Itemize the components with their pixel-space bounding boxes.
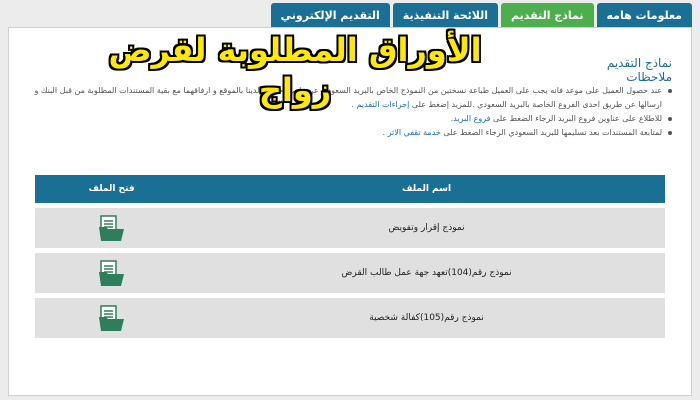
tab-important-info[interactable]: معلومات هامه — [596, 3, 692, 27]
open-file-cell — [35, 208, 189, 248]
folder-document-icon[interactable] — [97, 213, 127, 243]
column-header-file-name: اسم الملف — [188, 175, 665, 203]
folder-document-icon[interactable] — [97, 258, 127, 288]
file-name: نموذج رقم(105)كفالة شخصية — [188, 298, 665, 338]
tab-bar: معلومات هامه نماذج التقديم اللائحة التنف… — [270, 3, 692, 27]
tab-e-application[interactable]: التقديم الإلكتروني — [270, 3, 390, 27]
table-row: نموذج رقم(104)تعهد جهة عمل طالب القرض — [35, 253, 665, 293]
folder-document-icon[interactable] — [97, 303, 127, 333]
note-text: للاطلاع على عناوين فروع البريد الرجاء ال… — [493, 114, 662, 123]
tab-regulations[interactable]: اللائحة التنفيذية — [392, 3, 499, 27]
headline-overlay: الأوراق المطلوبة لقرض زواج — [108, 31, 482, 109]
note-item: للاطلاع على عناوين فروع البريد الرجاء ال… — [34, 112, 674, 126]
table-row: نموذج إقرار وتفويض — [35, 208, 665, 248]
file-name: نموذج رقم(104)تعهد جهة عمل طالب القرض — [188, 253, 665, 293]
open-file-cell — [35, 253, 189, 293]
section-title: نماذج التقديم — [606, 56, 672, 70]
note-item: لمتابعة المستندات بعد تسليمها للبريد الس… — [34, 126, 674, 140]
table-row: نموذج رقم(105)كفالة شخصية — [35, 298, 665, 338]
notes-title: ملاحظات — [626, 70, 672, 84]
note-text: لمتابعة المستندات بعد تسليمها للبريد الس… — [443, 128, 662, 137]
files-table: اسم الملف فتح الملف نموذج إقرار وتفويض ن… — [35, 170, 665, 343]
open-file-cell — [35, 298, 189, 338]
link-tracking-service[interactable]: خدمة تقفي الاثر . — [383, 128, 441, 137]
link-post-branches[interactable]: فروع البريد. — [451, 114, 491, 123]
file-name: نموذج إقرار وتفويض — [188, 208, 665, 248]
column-header-open-file: فتح الملف — [35, 175, 189, 203]
tab-application-forms[interactable]: نماذج التقديم — [501, 3, 594, 27]
